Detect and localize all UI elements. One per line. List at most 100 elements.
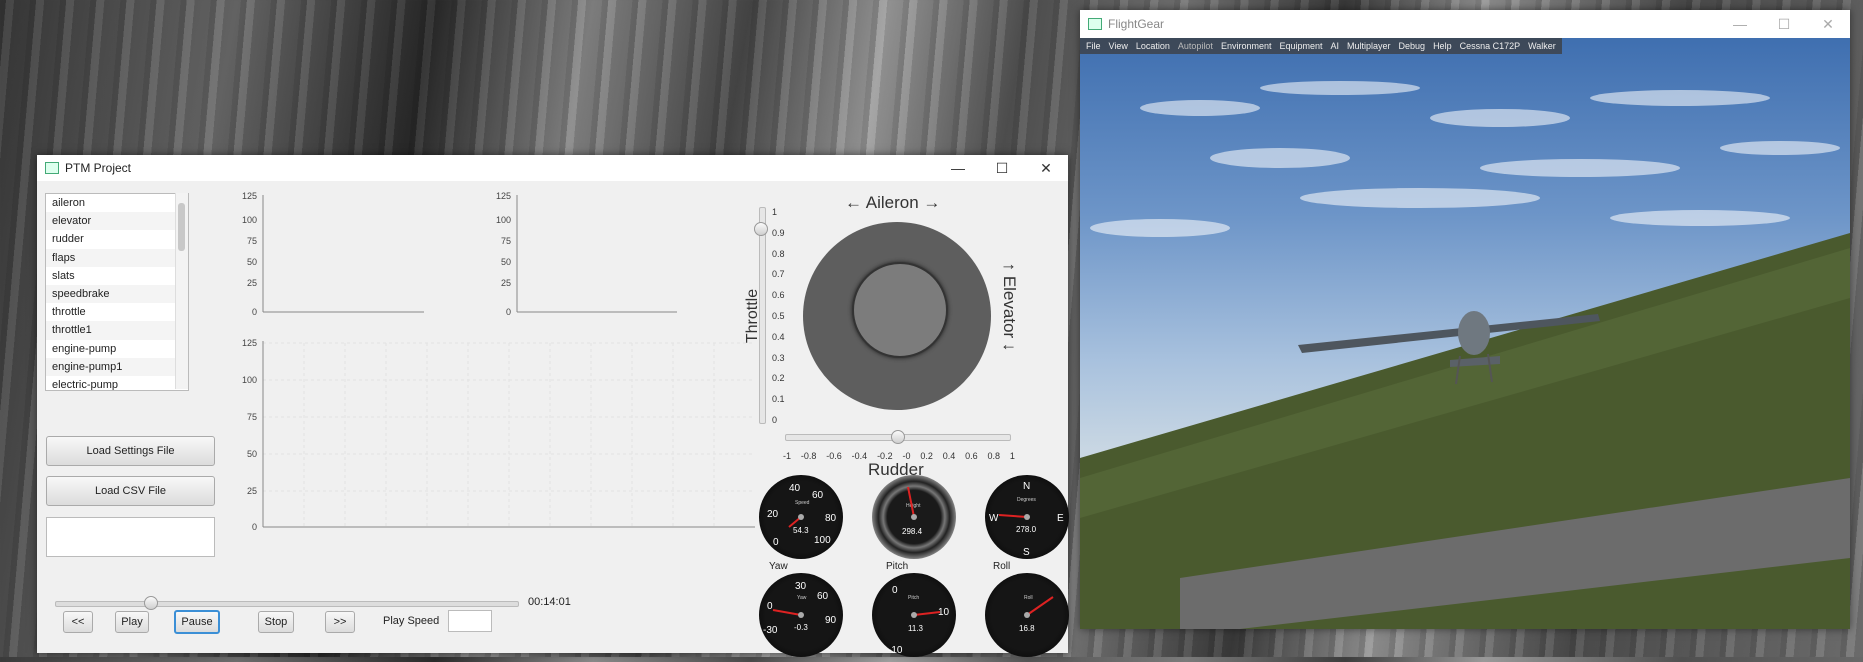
scrollbar-thumb[interactable] <box>178 203 185 251</box>
gauge-tick: 0 <box>767 601 773 612</box>
menu-ai[interactable]: AI <box>1327 41 1344 51</box>
fg-menubar: File View Location Autopilot Environment… <box>1080 38 1562 54</box>
height-gauge-face: Height 298.4 <box>902 486 923 536</box>
x-tick-label: 0 <box>260 533 265 534</box>
rewind-button[interactable]: << <box>63 611 93 633</box>
list-item[interactable]: throttle1 <box>46 321 188 340</box>
x-tick-label: 90 <box>627 533 637 534</box>
flightgear-window: FlightGear — ☐ ✕ File View Location Auto… <box>1080 10 1850 629</box>
roll-label: Roll <box>993 561 1011 572</box>
height-gauge: Height 298.4 <box>872 475 956 559</box>
list-item[interactable]: elevator <box>46 212 188 231</box>
minimize-button[interactable]: — <box>1718 10 1762 38</box>
y-tick-label: 75 <box>247 236 257 246</box>
menu-multiplayer[interactable]: Multiplayer <box>1343 41 1395 51</box>
gauge-hub <box>911 612 917 618</box>
rudder-tick-label: 0.4 <box>942 451 956 461</box>
gauge-tick: 80 <box>825 513 837 524</box>
list-item[interactable]: aileron <box>46 194 188 212</box>
play-speed-input[interactable] <box>448 610 492 632</box>
close-button[interactable]: ✕ <box>1806 10 1850 38</box>
x-tick-label: 10 <box>299 533 309 534</box>
list-item[interactable]: rudder <box>46 230 188 248</box>
load-settings-button[interactable]: Load Settings File <box>46 436 215 466</box>
x-tick-label: 40 <box>422 533 432 534</box>
maximize-button[interactable]: ☐ <box>1762 10 1806 38</box>
app-icon <box>45 162 59 174</box>
feature-list[interactable]: aileron elevator rudder flaps slats spee… <box>45 193 189 391</box>
rudder-tick-label: -1 <box>783 451 792 461</box>
y-tick-label: 125 <box>496 191 511 201</box>
flight-scene <box>1080 81 1850 629</box>
feature-list-scrollbar[interactable] <box>175 193 188 389</box>
timeline-slider[interactable] <box>55 601 519 607</box>
throttle-tick-label: 0.3 <box>772 352 785 363</box>
gauge-value: 11.3 <box>908 624 924 633</box>
x-tick-label: 20 <box>340 533 350 534</box>
list-item[interactable]: engine-pump1 <box>46 357 188 376</box>
throttle-tick-label: 0.4 <box>772 331 785 342</box>
info-textarea[interactable] <box>46 517 215 557</box>
throttle-slider[interactable] <box>759 207 766 424</box>
menu-walker[interactable]: Walker <box>1524 41 1560 51</box>
ptm-titlebar: PTM Project — ☐ ✕ <box>37 155 1068 181</box>
menu-view[interactable]: View <box>1105 41 1132 51</box>
yaw-label: Yaw <box>769 561 788 572</box>
list-item[interactable]: throttle <box>46 303 188 321</box>
roll-gauge: Roll 16.8 <box>985 573 1069 657</box>
load-csv-button[interactable]: Load CSV File <box>46 476 215 506</box>
list-item[interactable]: speedbrake <box>46 284 188 304</box>
gauge-needle <box>772 609 802 616</box>
throttle-tick-label: 0.7 <box>772 269 785 280</box>
menu-autopilot[interactable]: Autopilot <box>1174 41 1217 51</box>
roll-gauge-face: Roll 16.8 <box>1019 595 1054 633</box>
rudder-thumb[interactable] <box>891 430 905 444</box>
throttle-tick-labels: 1 0.9 0.8 0.7 0.6 0.5 0.4 0.3 0.2 0.1 0 <box>772 207 796 425</box>
x-tick-label: 30 <box>381 533 391 534</box>
list-item[interactable]: engine-pump <box>46 340 188 358</box>
pitch-gauge-face: 0 10 -10 Pitch 11.3 <box>888 585 950 656</box>
menu-location[interactable]: Location <box>1132 41 1174 51</box>
close-button[interactable]: ✕ <box>1024 155 1068 181</box>
chart-bottom: 125 100 75 50 25 0 0 10 20 30 40 50 60 7… <box>242 338 755 534</box>
gauge-tick: 60 <box>817 591 829 602</box>
menu-environment[interactable]: Environment <box>1217 41 1276 51</box>
clouds <box>1090 81 1840 237</box>
y-tick-label: 25 <box>501 278 511 288</box>
y-tick-label: 25 <box>247 486 257 496</box>
menu-help[interactable]: Help <box>1429 41 1456 51</box>
charts-area: 125 100 75 50 25 0 125 100 75 50 25 0 12… <box>242 191 755 534</box>
gauge-needle <box>913 611 941 616</box>
menu-equipment[interactable]: Equipment <box>1275 41 1326 51</box>
chart-top-left: 125 100 75 50 25 0 <box>242 191 424 317</box>
gauge-hub <box>798 514 804 520</box>
menu-debug[interactable]: Debug <box>1395 41 1430 51</box>
y-tick-label: 50 <box>247 257 257 267</box>
rudder-tick-label: 0.6 <box>965 451 978 461</box>
yaw-gauge: 30 60 90 -30 0 Yaw -0.3 <box>759 573 843 657</box>
flight-view[interactable] <box>1080 38 1850 629</box>
play-button[interactable]: Play <box>115 611 149 633</box>
menu-file[interactable]: File <box>1082 41 1105 51</box>
stop-button[interactable]: Stop <box>258 611 294 633</box>
compass-n: N <box>1023 481 1030 492</box>
menu-aircraft[interactable]: Cessna C172P <box>1456 41 1525 51</box>
y-tick-label: 25 <box>247 278 257 288</box>
speed-gauge: 40 60 80 100 0 20 Speed 54.3 <box>759 475 843 559</box>
maximize-button[interactable]: ☐ <box>980 155 1024 181</box>
rudder-tick-label: 1 <box>1009 451 1015 461</box>
gauge-title: Yaw <box>797 595 807 601</box>
list-item[interactable]: electric-pump <box>46 376 188 390</box>
y-tick-label: 100 <box>496 215 511 225</box>
minimize-button[interactable]: — <box>936 155 980 181</box>
gauge-tick: 90 <box>825 615 837 626</box>
yaw-gauge-face: 30 60 90 -30 0 Yaw -0.3 <box>763 581 837 636</box>
list-item[interactable]: flaps <box>46 248 188 267</box>
gauge-value: 278.0 <box>1016 525 1037 534</box>
list-item[interactable]: slats <box>46 267 188 285</box>
pause-button[interactable]: Pause <box>174 610 220 634</box>
timeline-thumb[interactable] <box>144 596 158 610</box>
gauge-title: Height <box>906 503 921 509</box>
joystick-knob[interactable] <box>852 262 948 358</box>
fast-forward-button[interactable]: >> <box>325 611 355 633</box>
